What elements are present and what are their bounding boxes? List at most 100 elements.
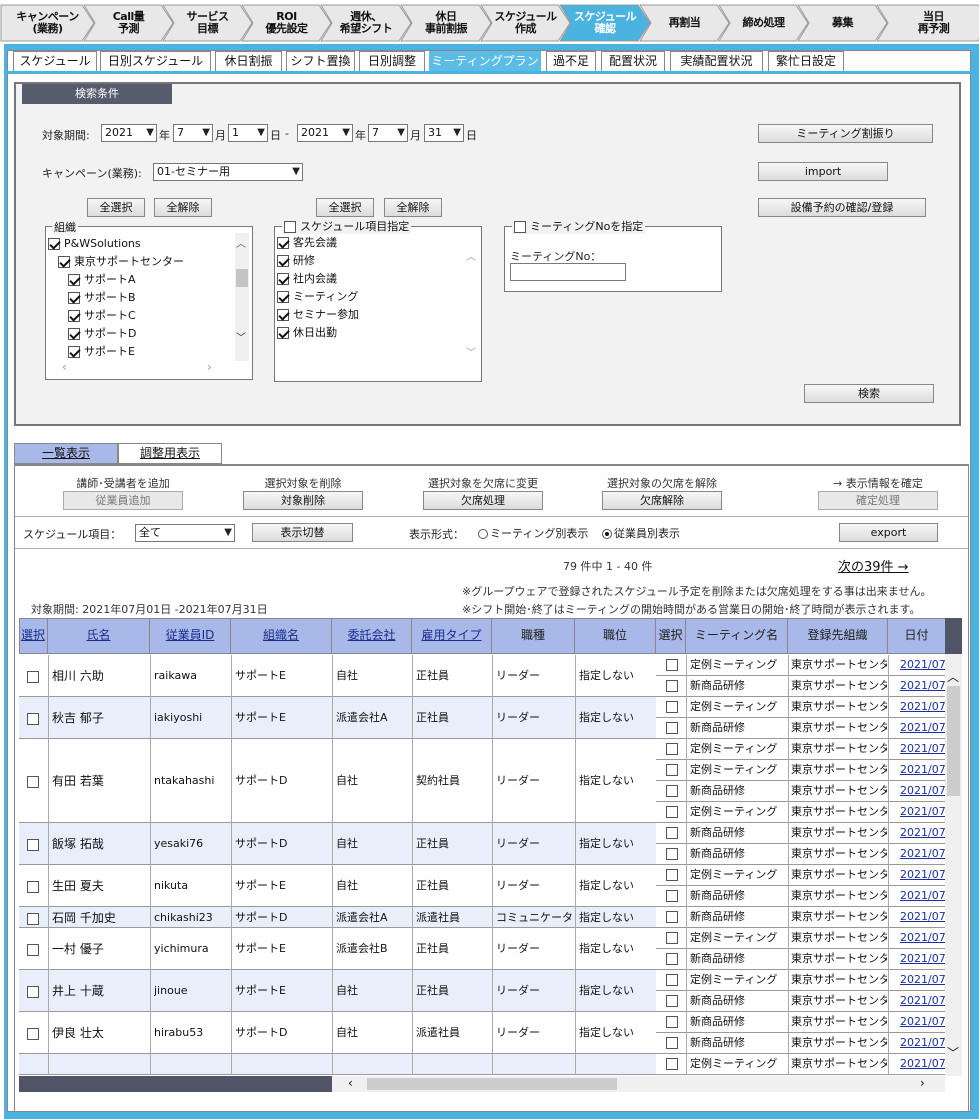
tab-adjust-view[interactable]: 調整用表示 bbox=[118, 443, 222, 464]
step-12[interactable]: 当日 再予測 bbox=[876, 4, 979, 42]
row-select-checkbox[interactable] bbox=[27, 712, 43, 725]
org-tree-item[interactable]: P&WSolutions bbox=[48, 237, 141, 251]
step-6[interactable]: 休日 事前割振 bbox=[400, 4, 492, 42]
step-9[interactable]: 再割当 bbox=[639, 4, 730, 42]
to-year-select[interactable]: 2021 ▼ bbox=[297, 124, 353, 142]
checkbox-checked[interactable] bbox=[277, 309, 289, 321]
checkbox[interactable] bbox=[27, 713, 39, 725]
checkbox-checked[interactable] bbox=[68, 310, 80, 322]
date-link[interactable]: 2021/07/ bbox=[900, 1012, 946, 1032]
schedule-item-checkbox[interactable] bbox=[284, 221, 296, 233]
step-10[interactable]: 締め処理 bbox=[718, 4, 809, 42]
date-link[interactable]: 2021/07/ bbox=[900, 865, 946, 885]
checkbox-checked[interactable] bbox=[277, 327, 289, 339]
column-header[interactable]: 委託会社 bbox=[332, 618, 412, 654]
date-link[interactable]: 2021/07/ bbox=[900, 718, 946, 738]
row-select-checkbox[interactable] bbox=[27, 880, 43, 893]
meeting-select-checkbox[interactable] bbox=[666, 827, 678, 839]
org-tree-item[interactable]: サポートB bbox=[68, 291, 136, 305]
org-deselect-all-button[interactable]: 全解除 bbox=[154, 198, 212, 217]
date-link[interactable]: 2021/07/ bbox=[900, 949, 946, 969]
date-link[interactable]: 2021/07/ bbox=[900, 928, 946, 948]
org-tree-item[interactable]: 東京サポートセンター bbox=[58, 255, 184, 269]
from-month-select[interactable]: 7 ▼ bbox=[173, 124, 213, 142]
meeting-select-checkbox[interactable] bbox=[666, 764, 678, 776]
action-button-2[interactable]: 対象削除 bbox=[243, 491, 363, 510]
from-day-select[interactable]: 1 ▼ bbox=[228, 124, 268, 142]
column-header[interactable]: 組織名 bbox=[231, 618, 332, 654]
scrollbar-thumb[interactable] bbox=[236, 269, 248, 287]
checkbox-checked[interactable] bbox=[68, 274, 80, 286]
meeting-select-checkbox[interactable] bbox=[666, 659, 678, 671]
date-link[interactable]: 2021/07/ bbox=[900, 760, 946, 780]
import-button[interactable]: import bbox=[758, 162, 888, 181]
checkbox[interactable] bbox=[27, 839, 39, 851]
sched-deselect-all-button[interactable]: 全解除 bbox=[384, 198, 442, 217]
org-tree-item[interactable]: サポートD bbox=[68, 327, 136, 341]
org-tree-scrollbar[interactable]: ︿ ﹀ bbox=[235, 233, 249, 361]
checkbox-checked[interactable] bbox=[68, 328, 80, 340]
date-link[interactable]: 2021/07/ bbox=[900, 739, 946, 759]
org-tree-item[interactable]: サポートC bbox=[68, 309, 136, 323]
radio-button-selected[interactable] bbox=[602, 529, 612, 539]
checkbox-checked[interactable] bbox=[68, 292, 80, 304]
search-button[interactable]: 検索 bbox=[804, 384, 934, 403]
step-2[interactable]: Call量 予測 bbox=[83, 4, 174, 42]
checkbox[interactable] bbox=[27, 776, 39, 788]
checkbox[interactable] bbox=[27, 986, 39, 998]
checkbox[interactable] bbox=[27, 944, 39, 956]
meeting-select-checkbox[interactable] bbox=[666, 1016, 678, 1028]
checkbox-checked[interactable] bbox=[277, 255, 289, 267]
tab-10[interactable]: 繁忙日設定 bbox=[768, 51, 844, 72]
meeting-select-checkbox[interactable] bbox=[666, 995, 678, 1007]
table-vertical-scrollbar[interactable]: ︿ ﹀ bbox=[945, 618, 962, 1076]
table-horizontal-scrollbar[interactable]: ‹ › bbox=[332, 1076, 945, 1092]
meeting-select-checkbox[interactable] bbox=[666, 1058, 678, 1070]
step-1[interactable]: キャンペーン (業務) bbox=[0, 4, 95, 42]
meeting-select-checkbox[interactable] bbox=[666, 722, 678, 734]
chevron-left-icon[interactable]: ‹ bbox=[348, 1076, 353, 1091]
checkbox[interactable] bbox=[27, 912, 39, 925]
checkbox-checked[interactable] bbox=[48, 238, 60, 250]
row-select-checkbox[interactable] bbox=[27, 775, 43, 788]
meeting-no-title[interactable]: ミーティングNoを指定 bbox=[512, 218, 646, 234]
chevron-left-icon[interactable]: ‹ bbox=[62, 360, 67, 374]
date-link[interactable]: 2021/07/ bbox=[900, 823, 946, 843]
org-select-all-button[interactable]: 全選択 bbox=[87, 198, 145, 217]
schedule-item[interactable]: 客先会議 bbox=[277, 236, 337, 250]
chevron-down-icon[interactable]: ﹀ bbox=[466, 344, 476, 359]
meeting-assign-button[interactable]: ミーティング割振り bbox=[758, 124, 933, 143]
next-page-link[interactable]: 次の39件 → bbox=[838, 556, 909, 575]
checkbox-checked[interactable] bbox=[277, 291, 289, 303]
row-select-checkbox[interactable] bbox=[27, 985, 43, 998]
row-select-checkbox[interactable] bbox=[27, 670, 43, 683]
meeting-select-checkbox[interactable] bbox=[666, 848, 678, 860]
step-7[interactable]: スケジュール 作成 bbox=[480, 4, 571, 42]
meeting-select-checkbox[interactable] bbox=[666, 974, 678, 986]
action-button-1[interactable]: 従業員追加 bbox=[63, 491, 183, 510]
tab-5[interactable]: 日別調整 bbox=[359, 51, 425, 72]
action-button-4[interactable]: 欠席解除 bbox=[602, 491, 722, 510]
tab-9[interactable]: 実績配置状況 bbox=[670, 51, 763, 72]
sched-select-all-button[interactable]: 全選択 bbox=[316, 198, 374, 217]
schedule-filter-select[interactable]: 全て ▼ bbox=[135, 524, 235, 542]
checkbox-checked[interactable] bbox=[58, 256, 70, 268]
date-link[interactable]: 2021/07/ bbox=[900, 781, 946, 801]
chevron-up-icon[interactable]: ︿ bbox=[466, 248, 476, 263]
date-link[interactable]: 2021/07/ bbox=[900, 907, 946, 927]
action-button-5[interactable]: 確定処理 bbox=[818, 491, 938, 510]
meeting-no-input[interactable] bbox=[510, 263, 626, 281]
row-select-checkbox[interactable] bbox=[27, 1027, 43, 1040]
schedule-item[interactable]: 社内会議 bbox=[277, 272, 337, 286]
checkbox-checked[interactable] bbox=[68, 346, 80, 358]
meeting-select-checkbox[interactable] bbox=[666, 911, 678, 923]
checkbox[interactable] bbox=[27, 881, 39, 893]
tab-2[interactable]: 日別スケジュール bbox=[100, 51, 211, 72]
chevron-down-icon[interactable]: ﹀ bbox=[947, 1044, 959, 1061]
radio-employee-view[interactable]: 従業員別表示 bbox=[602, 525, 680, 541]
meeting-select-checkbox[interactable] bbox=[666, 932, 678, 944]
checkbox[interactable] bbox=[27, 1028, 39, 1040]
meeting-select-checkbox[interactable] bbox=[666, 743, 678, 755]
date-link[interactable]: 2021/07/ bbox=[900, 844, 946, 864]
action-button-3[interactable]: 欠席処理 bbox=[423, 491, 543, 510]
